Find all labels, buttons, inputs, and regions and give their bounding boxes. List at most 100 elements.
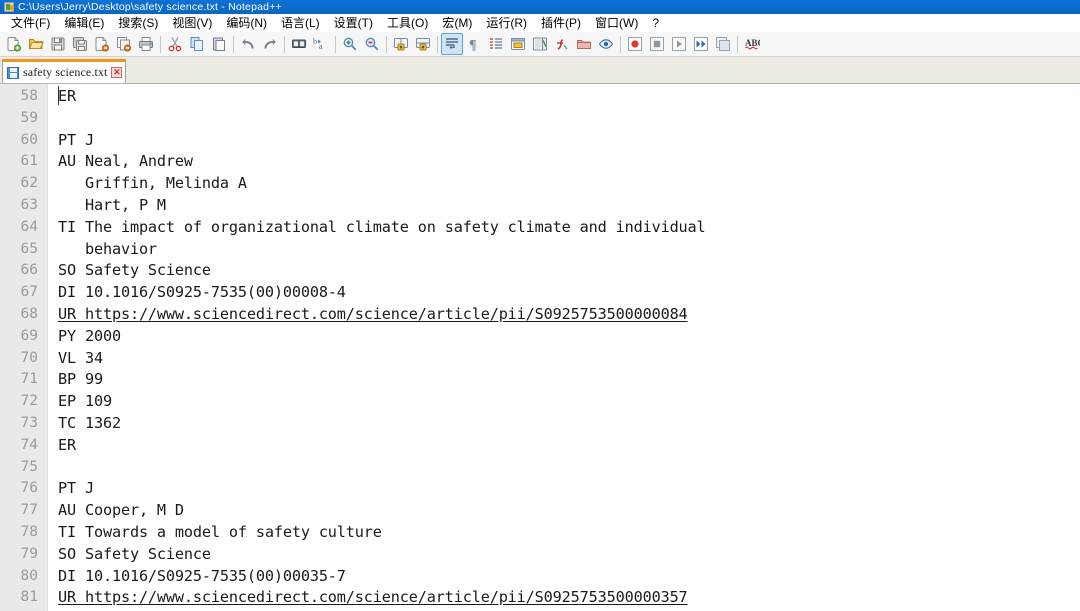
code-content[interactable]: ER PT J AU Neal, Andrew Griffin, Melinda A… (48, 84, 1080, 611)
code-line: TC 1362 (58, 413, 121, 432)
line-number: 60 (20, 131, 38, 148)
paste-icon[interactable] (208, 33, 230, 55)
code-line: SO Safety Science (58, 544, 211, 563)
copy-icon[interactable] (186, 33, 208, 55)
toolbar-separator (386, 35, 387, 53)
svg-text:a: a (319, 42, 323, 51)
open-file-icon[interactable] (25, 33, 47, 55)
code-line: EP 109 (58, 392, 112, 411)
code-line: AU Cooper, M D (58, 501, 184, 520)
line-number: 75 (20, 458, 38, 475)
code-line-link[interactable]: UR https://www.sciencedirect.com/science… (58, 304, 1080, 326)
code-line-link[interactable]: UR https://www.sciencedirect.com/science… (58, 587, 1080, 609)
word-wrap-icon[interactable] (441, 33, 463, 55)
redo-icon[interactable] (259, 33, 281, 55)
close-file-icon[interactable] (91, 33, 113, 55)
code-line: PT J (58, 130, 94, 149)
menu-encoding[interactable]: 编码(N) (219, 14, 274, 32)
save-all-icon[interactable] (69, 33, 91, 55)
menu-view[interactable]: 视图(V) (165, 14, 219, 32)
code-line: DI 10.1016/S0925-7535(00)00035-7 (58, 566, 346, 585)
line-number: 74 (20, 436, 38, 453)
code-line: PT J (58, 479, 94, 498)
line-number: 63 (20, 196, 38, 213)
menu-file[interactable]: 文件(F) (4, 14, 57, 32)
zoom-out-icon[interactable] (361, 33, 383, 55)
menu-settings[interactable]: 设置(T) (327, 14, 380, 32)
line-number: 76 (20, 480, 38, 497)
code-line: TI Towards a model of safety culture (58, 522, 382, 541)
text-caret (58, 86, 59, 105)
line-number: 72 (20, 393, 38, 410)
menu-tools[interactable]: 工具(O) (380, 14, 435, 32)
find-icon[interactable] (288, 33, 310, 55)
spell-check-icon[interactable]: ABC (741, 33, 763, 55)
code-line: Hart, P M (58, 195, 166, 214)
toolbar-separator (335, 35, 336, 53)
code-line: BP 99 (58, 370, 103, 389)
line-number: 69 (20, 327, 38, 344)
folder-as-workspace-icon[interactable] (573, 33, 595, 55)
function-list-icon[interactable] (551, 33, 573, 55)
menu-run[interactable]: 运行(R) (479, 14, 534, 32)
save-icon[interactable] (47, 33, 69, 55)
line-number: 64 (20, 218, 38, 235)
stop-recording-icon[interactable] (646, 33, 668, 55)
record-macro-icon[interactable] (624, 33, 646, 55)
menu-window[interactable]: 窗口(W) (588, 14, 645, 32)
menu-edit[interactable]: 编辑(E) (57, 14, 111, 32)
editor-area[interactable]: 58 59 60 61 62 63 64 65 66 67 68 69 70 71 72 73 74 75 76 77… (0, 84, 1080, 611)
line-number: 80 (20, 567, 38, 584)
window-title: C:\Users\Jerry\Desktop\safety science.tx… (18, 1, 282, 13)
line-number: 59 (20, 109, 38, 126)
close-icon[interactable]: ✕ (111, 67, 123, 78)
notepadpp-window: C:\Users\Jerry\Desktop\safety science.tx… (0, 0, 1080, 611)
line-number: 68 (20, 305, 38, 322)
menu-macro[interactable]: 宏(M) (435, 14, 479, 32)
sync-vertical-scroll-icon[interactable] (390, 33, 412, 55)
sync-horizontal-scroll-icon[interactable] (412, 33, 434, 55)
show-all-characters-icon[interactable]: ¶ (463, 33, 485, 55)
zoom-in-icon[interactable] (339, 33, 361, 55)
monitoring-icon[interactable] (595, 33, 617, 55)
toolbar: b a ¶ AB (0, 32, 1080, 57)
tab-safety-science-txt[interactable]: safety science.txt ✕ (2, 59, 127, 83)
replace-icon[interactable]: b a (310, 33, 332, 55)
toolbar-separator (284, 35, 285, 53)
code-line: behavior (58, 239, 157, 258)
line-number: 77 (20, 502, 38, 519)
line-number: 81 (20, 589, 38, 606)
notepad-plus-plus-logo-icon (4, 2, 14, 12)
new-file-icon[interactable] (3, 33, 25, 55)
indent-guide-icon[interactable] (485, 33, 507, 55)
menu-help[interactable]: ? (645, 14, 666, 32)
close-all-files-icon[interactable] (113, 33, 135, 55)
line-number-gutter: 58 59 60 61 62 63 64 65 66 67 68 69 70 71 72 73 74 75 76 77… (0, 84, 48, 611)
svg-text:¶: ¶ (469, 38, 477, 52)
play-macro-icon[interactable] (668, 33, 690, 55)
save-macro-icon[interactable] (712, 33, 734, 55)
toolbar-separator (233, 35, 234, 53)
line-number: 71 (20, 371, 38, 388)
menu-search[interactable]: 搜索(S) (111, 14, 165, 32)
line-number: 79 (20, 545, 38, 562)
toolbar-separator (160, 35, 161, 53)
user-defined-dialog-icon[interactable] (507, 33, 529, 55)
cut-icon[interactable] (164, 33, 186, 55)
tab-label: safety science.txt (23, 65, 108, 79)
line-number: 67 (20, 284, 38, 301)
menu-language[interactable]: 语言(L) (274, 14, 327, 32)
print-icon[interactable] (135, 33, 157, 55)
menu-plugins[interactable]: 插件(P) (534, 14, 588, 32)
run-macro-multiple-icon[interactable] (690, 33, 712, 55)
line-number: 73 (20, 414, 38, 431)
line-number: 65 (20, 240, 38, 257)
code-line: TI The impact of organizational climate … (58, 217, 706, 236)
code-line: VL 34 (58, 348, 103, 367)
toolbar-separator (620, 35, 621, 53)
undo-icon[interactable] (237, 33, 259, 55)
document-map-icon[interactable] (529, 33, 551, 55)
toolbar-separator (737, 35, 738, 53)
